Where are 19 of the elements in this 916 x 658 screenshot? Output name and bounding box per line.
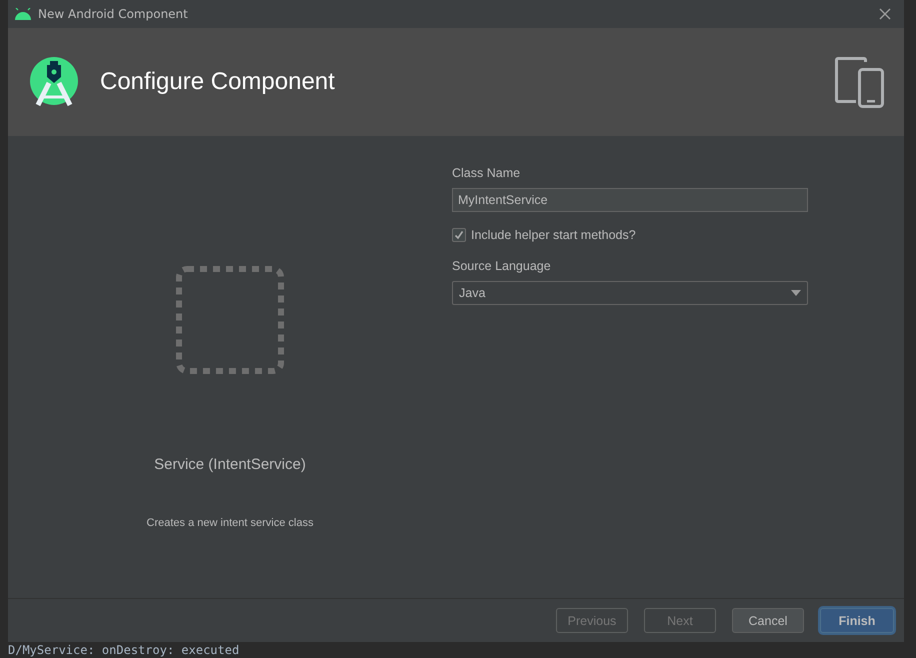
component-description: Creates a new intent service class [146, 517, 314, 529]
source-language-label: Source Language [452, 259, 552, 273]
log-line: D/MyService: onDestroy: executed [8, 643, 240, 657]
component-name: Service (IntentService) [154, 456, 306, 473]
helper-methods-checkbox[interactable] [452, 228, 466, 242]
dialog-heading: Configure Component [100, 68, 336, 96]
class-name-field[interactable]: MyIntentService [452, 188, 808, 212]
android-icon [14, 8, 32, 20]
class-name-label: Class Name [452, 166, 522, 180]
dialog-button[interactable]: Finish [820, 608, 894, 633]
component-placeholder-icon [176, 266, 284, 374]
source-language-dropdown[interactable]: Java [452, 281, 808, 305]
close-button[interactable] [878, 7, 892, 21]
caret-icon [791, 290, 801, 296]
android-studio-logo-icon [30, 57, 78, 107]
window-title: New Android Component [38, 7, 189, 21]
helper-methods-label: Include helper start methods? [471, 228, 636, 242]
dialog-button[interactable]: Cancel [732, 608, 804, 633]
tablet-and-phone-icon [834, 56, 884, 108]
